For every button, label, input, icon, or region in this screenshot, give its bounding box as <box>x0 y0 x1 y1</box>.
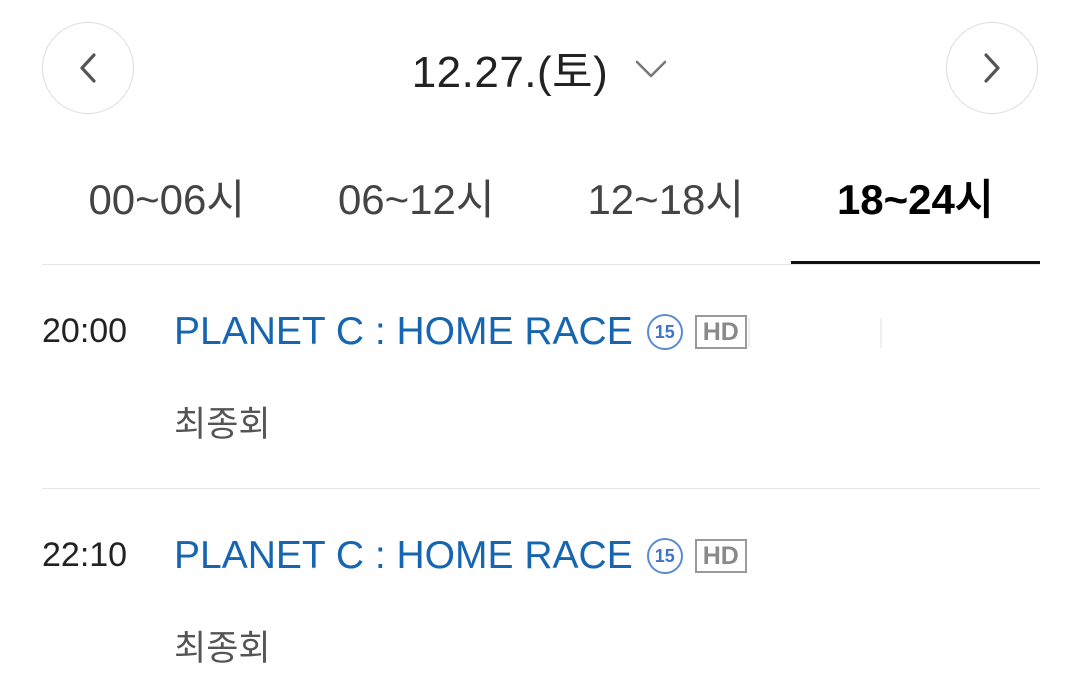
program-title-link[interactable]: PLANET C : HOME RACE <box>174 534 633 578</box>
program-time: 20:00 <box>42 312 128 350</box>
divider-mark <box>880 318 882 348</box>
tabs-divider <box>42 264 1040 265</box>
date-dropdown[interactable]: 12.27.(토) <box>0 30 1080 106</box>
age-rating-badge: 15 <box>646 314 683 350</box>
age-rating-badge: 15 <box>646 538 683 574</box>
divider-mark <box>748 318 750 348</box>
program-item: 22:10 PLANET C : HOME RACE 15 HD 최종회 <box>42 526 1040 699</box>
hd-badge: HD <box>694 315 747 349</box>
program-subtitle: 최종회 <box>174 405 271 444</box>
chevron-right-icon <box>984 53 1000 83</box>
next-date-button[interactable] <box>946 22 1038 114</box>
current-date: 12.27.(토) <box>411 48 609 97</box>
tab-00-06[interactable]: 00~06시 <box>42 150 292 264</box>
program-title-link[interactable]: PLANET C : HOME RACE <box>174 310 633 354</box>
hd-badge: HD <box>694 539 747 573</box>
program-divider <box>42 488 1040 489</box>
program-title-row: PLANET C : HOME RACE 15 HD <box>174 526 747 586</box>
program-title-row: PLANET C : HOME RACE 15 HD <box>174 302 747 362</box>
program-subtitle: 최종회 <box>174 629 271 668</box>
chevron-down-icon <box>636 60 667 78</box>
time-range-tabs: 00~06시 06~12시 12~18시 18~24시 <box>42 150 1040 264</box>
program-item: 20:00 PLANET C : HOME RACE 15 HD 최종회 <box>42 302 1040 488</box>
tab-06-12[interactable]: 06~12시 <box>292 150 542 264</box>
tab-18-24[interactable]: 18~24시 <box>790 150 1041 264</box>
tab-12-18[interactable]: 12~18시 <box>541 150 791 264</box>
program-time: 22:10 <box>42 536 128 574</box>
